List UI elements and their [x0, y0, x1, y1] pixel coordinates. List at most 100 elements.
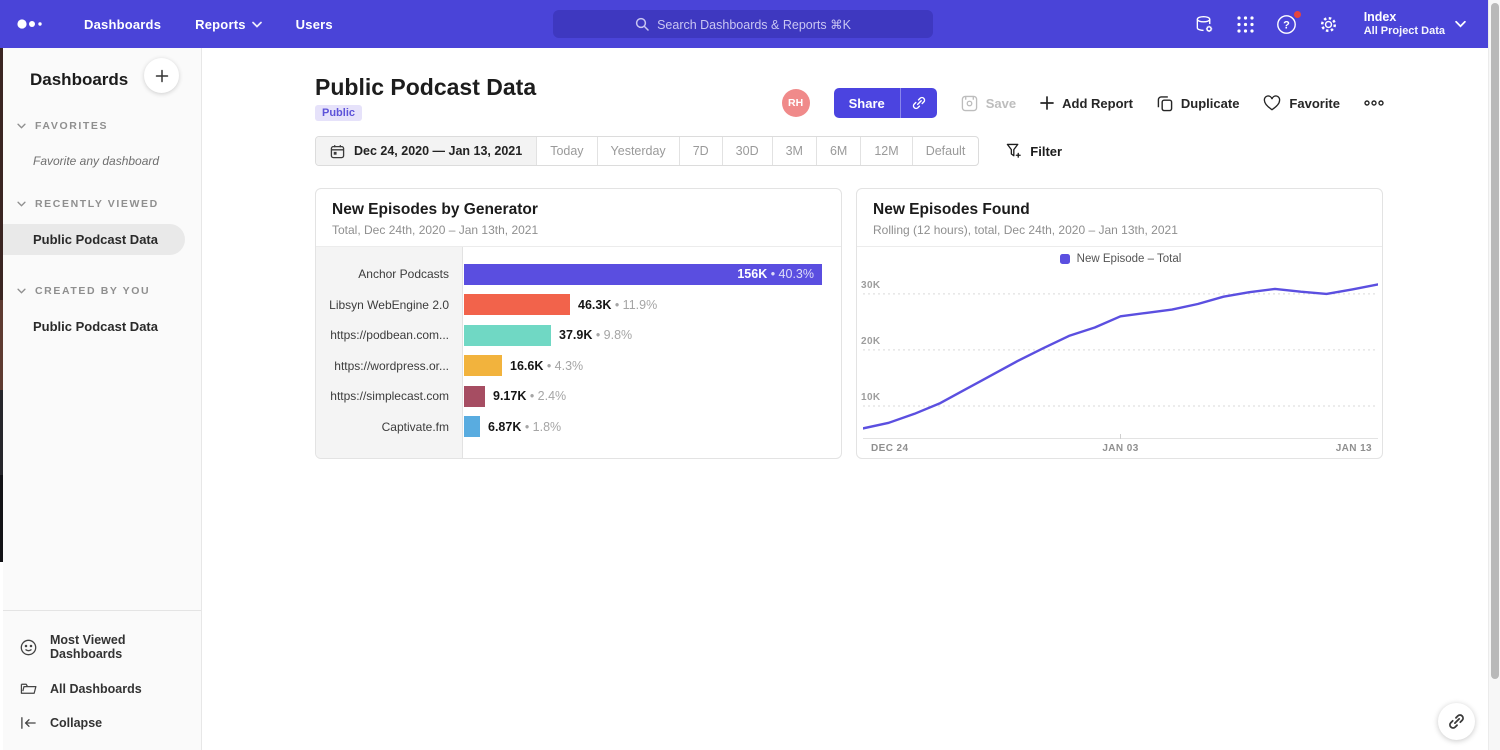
share-link-icon[interactable]: [900, 88, 937, 118]
preset-yesterday[interactable]: Yesterday: [597, 137, 679, 165]
plus-icon: [1040, 96, 1054, 110]
avatar[interactable]: RH: [782, 89, 810, 117]
ellipsis-icon: [1364, 100, 1384, 106]
favorites-empty-text: Favorite any dashboard: [3, 154, 201, 168]
main-content: Public Podcast Data Public RH Share Save…: [203, 48, 1488, 750]
scrollbar-thumb[interactable]: [1491, 3, 1499, 679]
bar-segment[interactable]: [464, 416, 480, 437]
x-axis-tick-label: JAN 13: [1336, 443, 1372, 454]
bar-chart-plot: Anchor Podcasts 156K • 40.3% Libsyn WebEng…: [316, 247, 842, 459]
bar-chart-subtitle: Total, Dec 24th, 2020 – Jan 13th, 2021: [332, 223, 825, 237]
bar-row: Anchor Podcasts 156K • 40.3%: [316, 259, 842, 290]
bar-value-label: 16.6K • 4.3%: [510, 359, 583, 373]
nav-reports[interactable]: Reports: [195, 17, 262, 32]
filter-button[interactable]: Filter: [1006, 143, 1062, 159]
legend-label: New Episode – Total: [1077, 253, 1182, 265]
page-scrollbar: [1488, 0, 1500, 750]
chevron-down-icon: [17, 123, 26, 129]
search-icon: [635, 17, 649, 31]
y-axis-tick-label: 30K: [861, 280, 881, 291]
date-range-text: Dec 24, 2020 — Jan 13, 2021: [354, 144, 522, 158]
bar-row: Libsyn WebEngine 2.046.3K • 11.9%: [316, 290, 842, 321]
settings-gear-icon[interactable]: [1318, 14, 1339, 35]
help-icon[interactable]: ?: [1276, 14, 1297, 35]
apps-grid-icon[interactable]: [1236, 15, 1255, 34]
line-series[interactable]: [863, 284, 1378, 428]
nav-users[interactable]: Users: [296, 17, 333, 32]
bar-chart-card: New Episodes by Generator Total, Dec 24t…: [315, 188, 842, 459]
collapse-sidebar-button[interactable]: Collapse: [3, 706, 201, 740]
y-axis-tick-label: 20K: [861, 336, 881, 347]
bar-segment[interactable]: [464, 294, 570, 315]
date-range-control: Dec 24, 2020 — Jan 13, 2021 Today Yester…: [315, 136, 979, 166]
add-dashboard-button[interactable]: [144, 58, 179, 93]
preset-today[interactable]: Today: [536, 137, 596, 165]
share-button[interactable]: Share: [834, 88, 937, 118]
line-chart-subtitle: Rolling (12 hours), total, Dec 24th, 202…: [873, 223, 1366, 237]
preset-30d[interactable]: 30D: [722, 137, 772, 165]
chevron-down-icon: [17, 201, 26, 207]
sidebar-section-favorites[interactable]: FAVORITES: [3, 120, 201, 132]
y-axis-tick-label: 10K: [861, 392, 881, 403]
app-logo-icon[interactable]: [16, 17, 50, 31]
link-icon: [1447, 712, 1466, 731]
folder-icon: [20, 681, 37, 696]
bar-value-label: 6.87K • 1.8%: [488, 420, 561, 434]
project-switcher[interactable]: Index All Project Data: [1364, 10, 1466, 38]
filter-funnel-icon: [1006, 143, 1022, 159]
x-axis-tick-label: JAN 03: [1102, 443, 1138, 454]
bar-value-label: 9.17K • 2.4%: [493, 389, 566, 403]
sidebar-item-public-podcast-data-created[interactable]: Public Podcast Data: [3, 311, 201, 342]
floating-link-button[interactable]: [1438, 703, 1475, 740]
bar-row: https://simplecast.com9.17K • 2.4%: [316, 381, 842, 412]
date-range-button[interactable]: Dec 24, 2020 — Jan 13, 2021: [316, 137, 536, 165]
heart-icon: [1263, 95, 1281, 111]
data-management-icon[interactable]: [1194, 14, 1215, 35]
bar-category-label: Anchor Podcasts: [316, 267, 463, 281]
preset-12m[interactable]: 12M: [860, 137, 911, 165]
sidebar-item-public-podcast-data[interactable]: Public Podcast Data: [3, 224, 185, 255]
more-options-button[interactable]: [1364, 100, 1384, 106]
page-title: Public Podcast Data: [315, 74, 536, 101]
preset-7d[interactable]: 7D: [679, 137, 722, 165]
bar-row: https://podbean.com... 37.9K • 9.8%: [316, 320, 842, 351]
bar-segment[interactable]: [464, 386, 485, 407]
x-axis-tick-label: DEC 24: [871, 443, 908, 454]
chart-legend: New Episode – Total: [857, 253, 1383, 265]
sidebar-section-recently-viewed[interactable]: RECENTLY VIEWED: [3, 198, 201, 210]
line-chart-card: New Episodes Found Rolling (12 hours), t…: [856, 188, 1383, 459]
legend-swatch: [1060, 254, 1070, 264]
preset-3m[interactable]: 3M: [772, 137, 816, 165]
bar-category-label: https://podbean.com...: [316, 328, 463, 342]
calendar-icon: [330, 144, 345, 159]
visibility-badge: Public: [315, 105, 362, 121]
sidebar-section-created-by-you[interactable]: CREATED BY YOU: [3, 285, 201, 297]
bar-value-label: 37.9K • 9.8%: [559, 328, 632, 342]
duplicate-button[interactable]: Duplicate: [1157, 95, 1240, 112]
most-viewed-dashboards-button[interactable]: Most Viewed Dashboards: [3, 623, 201, 671]
bar-segment[interactable]: 156K • 40.3%: [464, 264, 822, 285]
nav-dashboards[interactable]: Dashboards: [84, 17, 161, 32]
smiley-icon: [20, 639, 37, 656]
bar-segment[interactable]: [464, 325, 551, 346]
bar-category-label: Libsyn WebEngine 2.0: [316, 298, 463, 312]
bar-category-label: Captivate.fm: [316, 420, 463, 434]
bar-segment[interactable]: [464, 355, 502, 376]
bar-value-label: 156K • 40.3%: [737, 264, 814, 285]
preset-default[interactable]: Default: [912, 137, 979, 165]
collapse-icon: [20, 716, 37, 730]
bar-chart-title: New Episodes by Generator: [332, 201, 825, 219]
line-chart-plot: [863, 267, 1378, 439]
search-input[interactable]: Search Dashboards & Reports ⌘K: [553, 10, 933, 38]
bar-row: Captivate.fm 6.87K • 1.8%: [316, 412, 842, 443]
project-scope: All Project Data: [1364, 25, 1445, 38]
add-report-button[interactable]: Add Report: [1040, 96, 1133, 111]
all-dashboards-button[interactable]: All Dashboards: [3, 671, 201, 706]
date-toolbar: Dec 24, 2020 — Jan 13, 2021 Today Yester…: [315, 136, 1062, 166]
save-button[interactable]: Save: [961, 95, 1016, 112]
bar-category-label: https://wordpress.or...: [316, 359, 463, 373]
svg-text:?: ?: [1283, 19, 1290, 31]
search-placeholder: Search Dashboards & Reports ⌘K: [657, 17, 851, 32]
favorite-button[interactable]: Favorite: [1263, 95, 1340, 111]
preset-6m[interactable]: 6M: [816, 137, 860, 165]
